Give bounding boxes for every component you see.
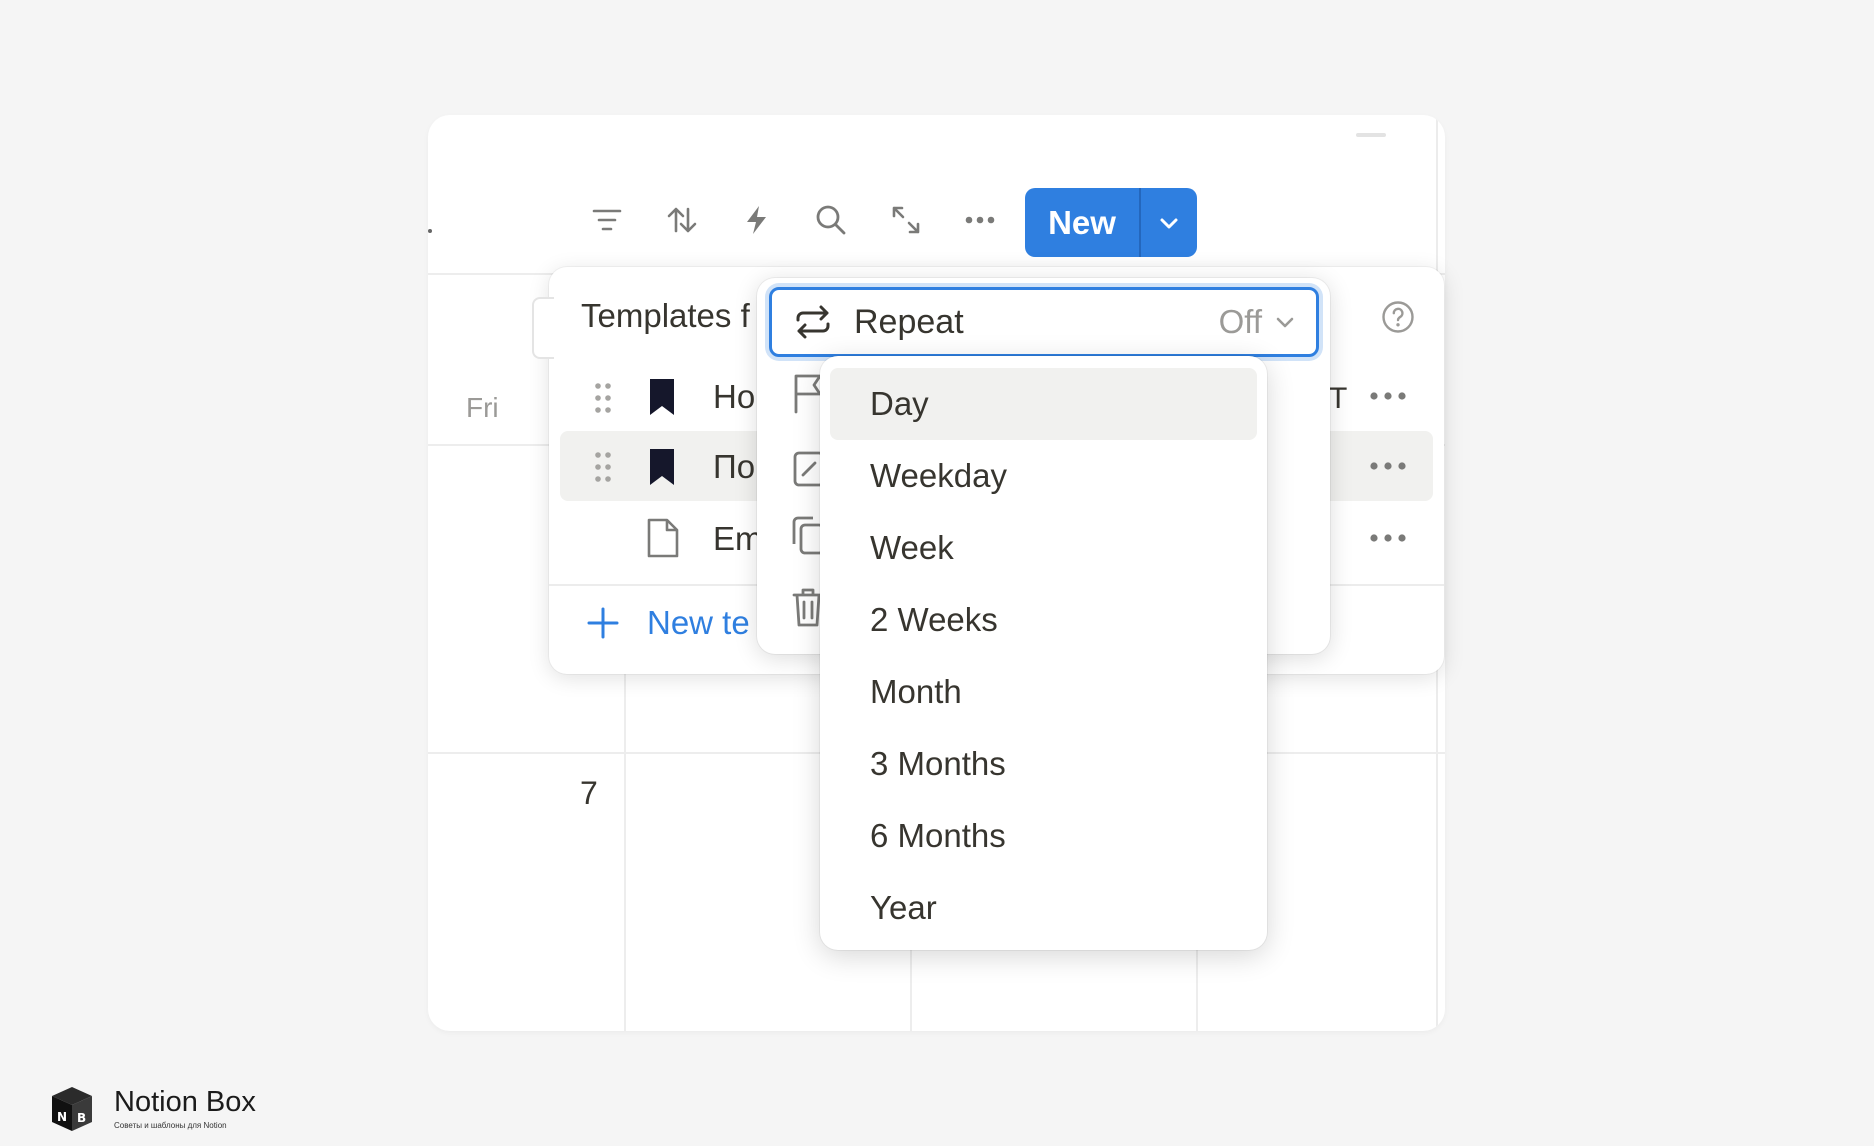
help-icon[interactable] <box>1381 300 1415 334</box>
bookmark-icon <box>650 449 674 485</box>
notion-box-logo: N B Notion Box Советы и шаблоны для Noti… <box>50 1085 256 1133</box>
template-row-label[interactable]: Но <box>713 378 755 416</box>
expand-icon[interactable] <box>886 200 926 240</box>
repeat-value: Off <box>1218 303 1262 340</box>
repeat-icon <box>796 305 830 339</box>
repeat-option-weekday[interactable]: Weekday <box>830 440 1257 512</box>
new-button-label[interactable]: New <box>1025 188 1139 257</box>
svg-text:B: B <box>77 1111 86 1125</box>
new-template-label: New te <box>647 604 750 641</box>
plus-icon <box>587 607 619 639</box>
repeat-label: Repeat <box>854 302 964 341</box>
drag-handle-bar[interactable] <box>1356 133 1386 137</box>
brand-name: Notion Box <box>114 1086 256 1118</box>
filter-icon[interactable] <box>587 200 627 240</box>
repeat-option-3-months[interactable]: 3 Months <box>830 728 1257 800</box>
sort-icon[interactable] <box>662 200 702 240</box>
templates-title: Templates f <box>581 297 750 334</box>
logo-box-icon: N B <box>52 1087 92 1131</box>
brand-tagline: Советы и шаблоны для Notion <box>114 1121 227 1130</box>
more-icon[interactable] <box>1368 390 1408 402</box>
bookmark-icon <box>650 379 674 415</box>
repeat-option-year[interactable]: Year <box>830 872 1257 944</box>
more-icon[interactable] <box>1368 532 1408 544</box>
drag-handle-icon[interactable] <box>592 450 614 484</box>
repeat-option-month[interactable]: Month <box>830 656 1257 728</box>
cursor-mark <box>428 229 432 233</box>
repeat-option-day[interactable]: Day <box>830 368 1257 440</box>
search-field-edge[interactable] <box>532 297 554 359</box>
new-template-button[interactable]: New te <box>585 604 750 642</box>
repeat-option-week[interactable]: Week <box>830 512 1257 584</box>
new-button[interactable]: New <box>1025 188 1197 257</box>
template-row-label[interactable]: По <box>713 448 755 486</box>
lightning-icon[interactable] <box>737 200 777 240</box>
template-column-cap: T <box>1329 382 1348 415</box>
calendar-date-number[interactable]: 7 <box>580 775 598 812</box>
chevron-down-icon <box>1276 317 1294 328</box>
search-icon[interactable] <box>811 200 851 240</box>
chevron-down-icon[interactable] <box>1141 188 1197 257</box>
more-icon[interactable] <box>960 200 1000 240</box>
repeat-dropdown: Day Weekday Week 2 Weeks Month 3 Months … <box>820 356 1267 950</box>
repeat-option-2-weeks[interactable]: 2 Weeks <box>830 584 1257 656</box>
svg-text:N: N <box>57 1110 67 1124</box>
drag-handle-icon[interactable] <box>592 381 614 415</box>
repeat-select[interactable]: Repeat Off <box>769 287 1319 357</box>
page-icon <box>647 518 679 558</box>
repeat-option-6-months[interactable]: 6 Months <box>830 800 1257 872</box>
day-header-fri: Fri <box>466 392 499 423</box>
template-row-label[interactable]: Em <box>713 520 763 558</box>
more-icon[interactable] <box>1368 460 1408 472</box>
